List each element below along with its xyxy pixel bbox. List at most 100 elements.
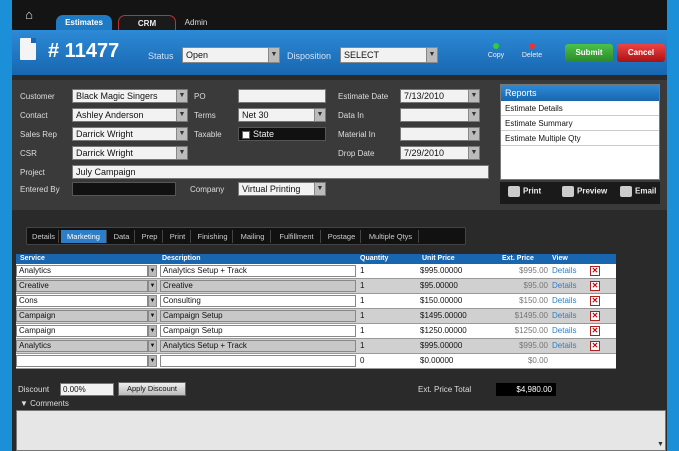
quantity-cell[interactable]: 1 — [360, 339, 410, 353]
service-select[interactable]: Campaign — [16, 325, 148, 337]
salesrep-field[interactable]: Darrick Wright ▼ — [72, 127, 188, 141]
details-link[interactable]: Details — [552, 294, 582, 308]
email-button[interactable]: Email — [620, 186, 656, 197]
tab-finishing[interactable]: Finishing — [193, 230, 233, 243]
quantity-cell[interactable]: 1 — [360, 294, 410, 308]
terms-field[interactable]: Net 30 ▼ — [238, 108, 326, 122]
service-select[interactable]: Analytics — [16, 265, 148, 277]
unit-price-cell[interactable]: $150.00000 — [420, 294, 490, 308]
details-link[interactable]: Details — [552, 264, 582, 278]
chevron-down-icon[interactable]: ▼ — [148, 310, 157, 322]
disposition-select[interactable]: SELECT ▼ — [340, 47, 438, 63]
delete-row-icon[interactable]: ✕ — [590, 281, 600, 291]
po-label: PO — [194, 92, 206, 101]
tab-crm[interactable]: CRM — [118, 15, 176, 30]
tab-data[interactable]: Data — [109, 230, 135, 243]
unit-price-cell[interactable]: $995.00000 — [420, 339, 490, 353]
delete-row-icon[interactable]: ✕ — [590, 311, 600, 321]
service-select[interactable] — [16, 355, 148, 367]
dropdate-field[interactable]: 7/29/2010 ▼ — [400, 146, 480, 160]
tab-estimates[interactable]: Estimates — [56, 15, 112, 30]
estimatedate-field[interactable]: 7/13/2010 ▼ — [400, 89, 480, 103]
tab-print[interactable]: Print — [165, 230, 191, 243]
service-select[interactable]: Analytics — [16, 340, 148, 352]
contact-field[interactable]: Ashley Anderson ▼ — [72, 108, 188, 122]
chevron-down-icon[interactable]: ▼ — [148, 325, 157, 337]
description-input[interactable]: Campaign Setup — [160, 325, 356, 337]
csr-value: Darrick Wright — [76, 148, 133, 158]
chevron-down-icon[interactable]: ▼ — [148, 280, 157, 292]
unit-price-cell[interactable]: $1495.00000 — [420, 309, 490, 323]
preview-button[interactable]: Preview — [562, 186, 607, 197]
tab-postage[interactable]: Postage — [323, 230, 361, 243]
delete-icon — [529, 43, 535, 49]
details-link[interactable]: Details — [552, 279, 582, 293]
comments-textarea[interactable]: ▼ — [16, 410, 666, 451]
tab-admin[interactable]: Admin — [176, 15, 216, 30]
po-field[interactable] — [238, 89, 326, 103]
delete-row-icon[interactable]: ✕ — [590, 266, 600, 276]
tab-mailing[interactable]: Mailing — [235, 230, 271, 243]
report-item-estimate-summary[interactable]: Estimate Summary — [501, 116, 659, 131]
submit-button[interactable]: Submit — [565, 44, 613, 62]
unit-price-cell[interactable]: $0.00000 — [420, 354, 490, 368]
tab-details[interactable]: Details — [29, 230, 59, 243]
chevron-down-icon[interactable]: ▼ — [148, 295, 157, 307]
tab-marketing[interactable]: Marketing — [61, 230, 107, 243]
tab-fulfillment[interactable]: Fulfillment — [273, 230, 321, 243]
details-link[interactable]: Details — [552, 339, 582, 353]
copy-button[interactable]: Copy — [484, 43, 508, 59]
enteredby-field[interactable] — [72, 182, 176, 196]
quantity-cell[interactable]: 1 — [360, 324, 410, 338]
scroll-down-icon[interactable]: ▼ — [657, 441, 664, 449]
report-item-estimate-multiple-qty[interactable]: Estimate Multiple Qty — [501, 131, 659, 146]
tab-multiple-qtys[interactable]: Multiple Qtys — [363, 230, 419, 243]
chevron-down-icon[interactable]: ▼ — [148, 340, 157, 352]
home-icon[interactable]: ⌂ — [22, 8, 36, 22]
status-select[interactable]: Open ▼ — [182, 47, 280, 63]
tab-prep[interactable]: Prep — [137, 230, 163, 243]
materialin-field[interactable]: ▼ — [400, 127, 480, 141]
delete-row-icon[interactable]: ✕ — [590, 296, 600, 306]
chevron-down-icon[interactable]: ▼ — [148, 355, 157, 367]
service-select[interactable]: Creative — [16, 280, 148, 292]
quantity-cell[interactable]: 0 — [360, 354, 410, 368]
description-input[interactable]: Analytics Setup + Track — [160, 340, 356, 352]
delete-row-icon[interactable]: ✕ — [590, 326, 600, 336]
description-input[interactable]: Creative — [160, 280, 356, 292]
table-row: Analytics ▼ Analytics Setup + Track 1 $995.0… — [16, 264, 616, 279]
ext-price-cell: $1250.00 — [514, 326, 548, 335]
chevron-down-icon[interactable]: ▼ — [148, 265, 157, 277]
description-input[interactable]: Consulting — [160, 295, 356, 307]
apply-discount-button[interactable]: Apply Discount — [118, 382, 186, 396]
dropdate-label: Drop Date — [338, 149, 375, 158]
quantity-cell[interactable]: 1 — [360, 264, 410, 278]
discount-input[interactable]: 0.00% — [60, 383, 114, 396]
details-link[interactable]: Details — [552, 309, 582, 323]
csr-field[interactable]: Darrick Wright ▼ — [72, 146, 188, 160]
quantity-cell[interactable]: 1 — [360, 309, 410, 323]
taxable-field[interactable]: State — [238, 127, 326, 141]
service-select[interactable]: Campaign — [16, 310, 148, 322]
company-field[interactable]: Virtual Printing ▼ — [238, 182, 326, 196]
unit-price-cell[interactable]: $1250.00000 — [420, 324, 490, 338]
cancel-button[interactable]: Cancel — [617, 44, 665, 62]
details-link[interactable] — [552, 354, 582, 368]
taxable-checkbox[interactable] — [242, 130, 250, 139]
comments-toggle[interactable]: ▼ Comments — [16, 399, 666, 409]
delete-row-icon[interactable]: ✕ — [590, 341, 600, 351]
service-select[interactable]: Cons — [16, 295, 148, 307]
unit-price-cell[interactable]: $995.00000 — [420, 264, 490, 278]
datain-field[interactable]: ▼ — [400, 108, 480, 122]
print-button[interactable]: Print — [508, 186, 541, 197]
description-input[interactable]: Analytics Setup + Track — [160, 265, 356, 277]
project-field[interactable]: July Campaign — [72, 165, 489, 179]
unit-price-cell[interactable]: $95.00000 — [420, 279, 490, 293]
delete-button[interactable]: Delete — [518, 43, 546, 59]
report-item-estimate-details[interactable]: Estimate Details — [501, 101, 659, 116]
description-input[interactable]: Campaign Setup — [160, 310, 356, 322]
description-input[interactable] — [160, 355, 356, 367]
quantity-cell[interactable]: 1 — [360, 279, 410, 293]
customer-field[interactable]: Black Magic Singers ▼ — [72, 89, 188, 103]
details-link[interactable]: Details — [552, 324, 582, 338]
